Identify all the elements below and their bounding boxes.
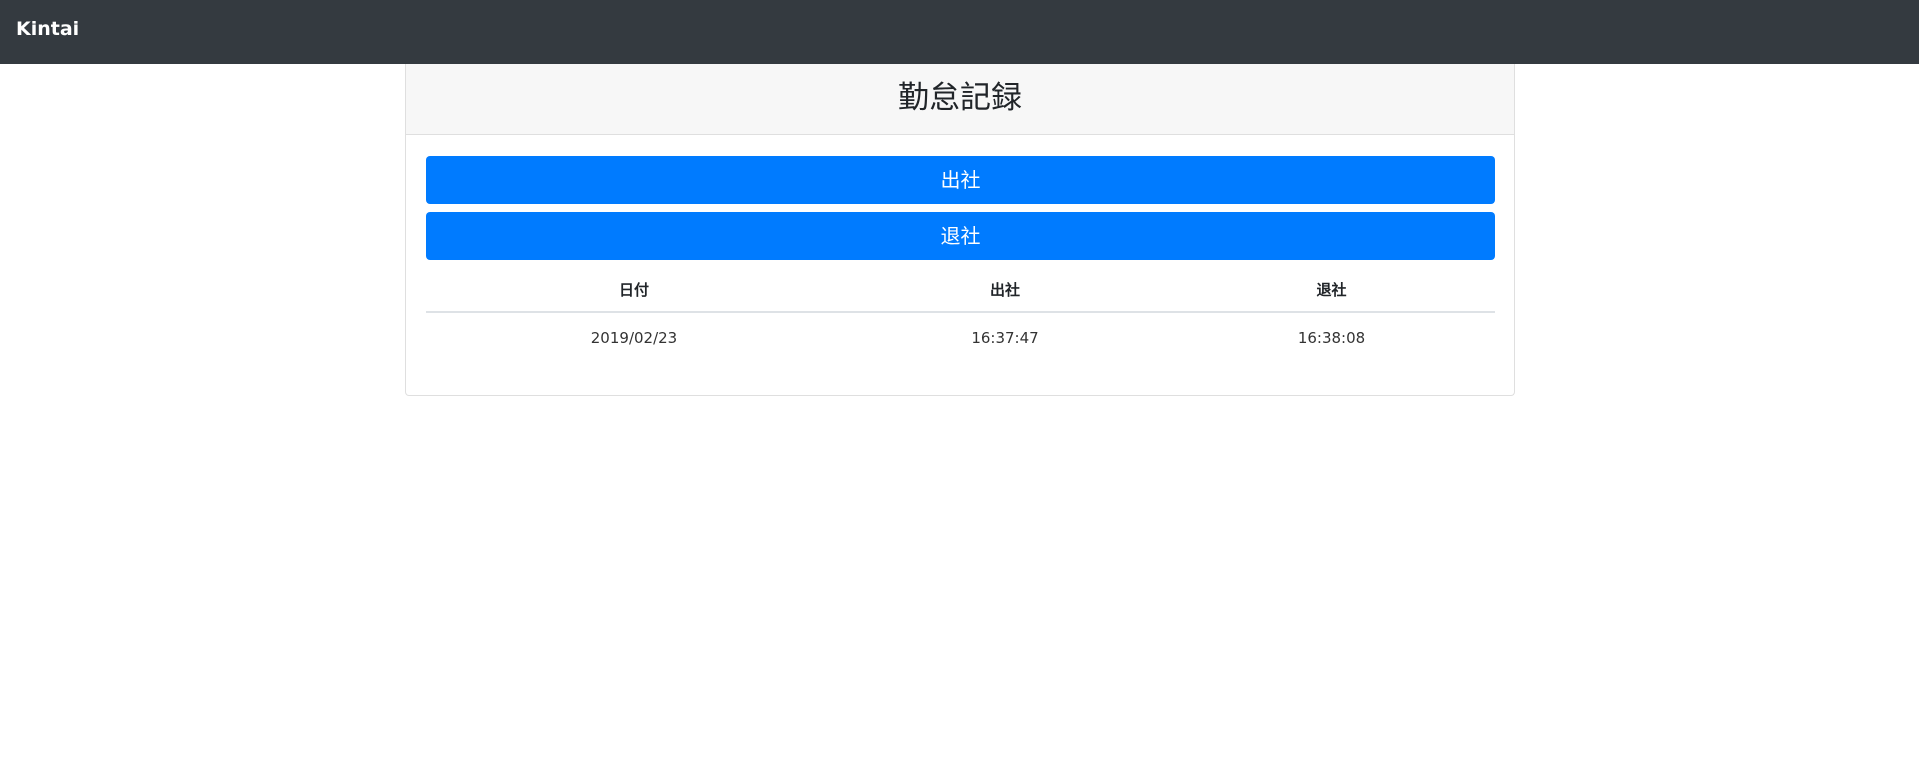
brand-link[interactable]: Kintai — [16, 0, 79, 64]
column-header-clock-in: 出社 — [842, 268, 1168, 313]
navbar: Kintai — [0, 0, 1919, 64]
attendance-table: 日付 出社 退社 2019/02/23 16:37:47 16:38:08 — [426, 268, 1495, 363]
attendance-card: 勤怠記録 出社 退社 日付 出社 退社 2019/02/23 16:37:47 … — [405, 64, 1515, 396]
cell-clock-in: 16:37:47 — [971, 329, 1039, 347]
page-title: 勤怠記録 — [898, 80, 1022, 116]
cell-clock-out: 16:38:08 — [1297, 329, 1366, 347]
table-row: 2019/02/23 16:37:47 16:38:08 — [426, 312, 1495, 363]
card-header: 勤怠記録 — [406, 64, 1514, 135]
cell-date: 2019/02/23 — [590, 329, 678, 347]
column-header-date: 日付 — [426, 268, 842, 313]
clock-in-button[interactable]: 出社 — [426, 156, 1495, 204]
clock-out-button[interactable]: 退社 — [426, 212, 1495, 260]
column-header-clock-out: 退社 — [1168, 268, 1495, 313]
table-header-row: 日付 出社 退社 — [426, 268, 1495, 313]
